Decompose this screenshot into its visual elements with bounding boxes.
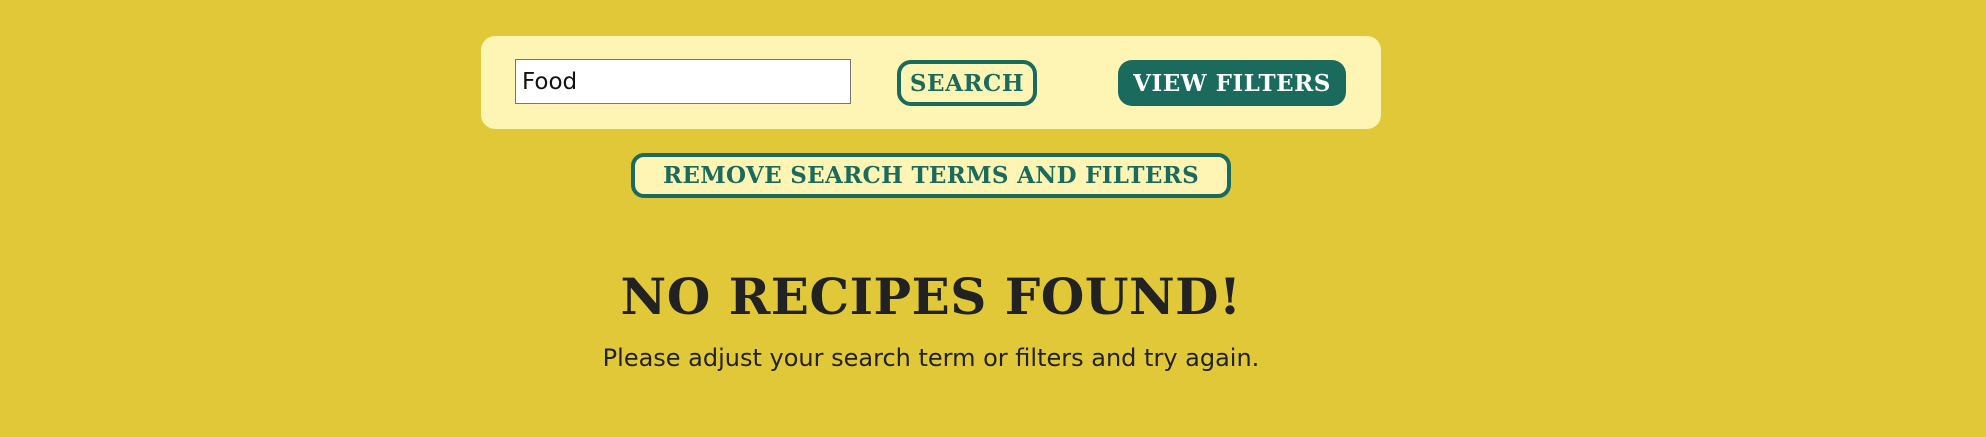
view-filters-button[interactable]: View Filters xyxy=(1118,60,1346,106)
search-input[interactable] xyxy=(515,59,851,104)
no-results-message: Please adjust your search term or filter… xyxy=(602,344,1260,372)
search-panel: Search View Filters xyxy=(481,36,1381,129)
remove-search-terms-and-filters-button[interactable]: Remove search terms and filters xyxy=(631,153,1231,198)
no-results-title: No recipes found! xyxy=(620,267,1242,326)
search-button[interactable]: Search xyxy=(897,60,1037,106)
